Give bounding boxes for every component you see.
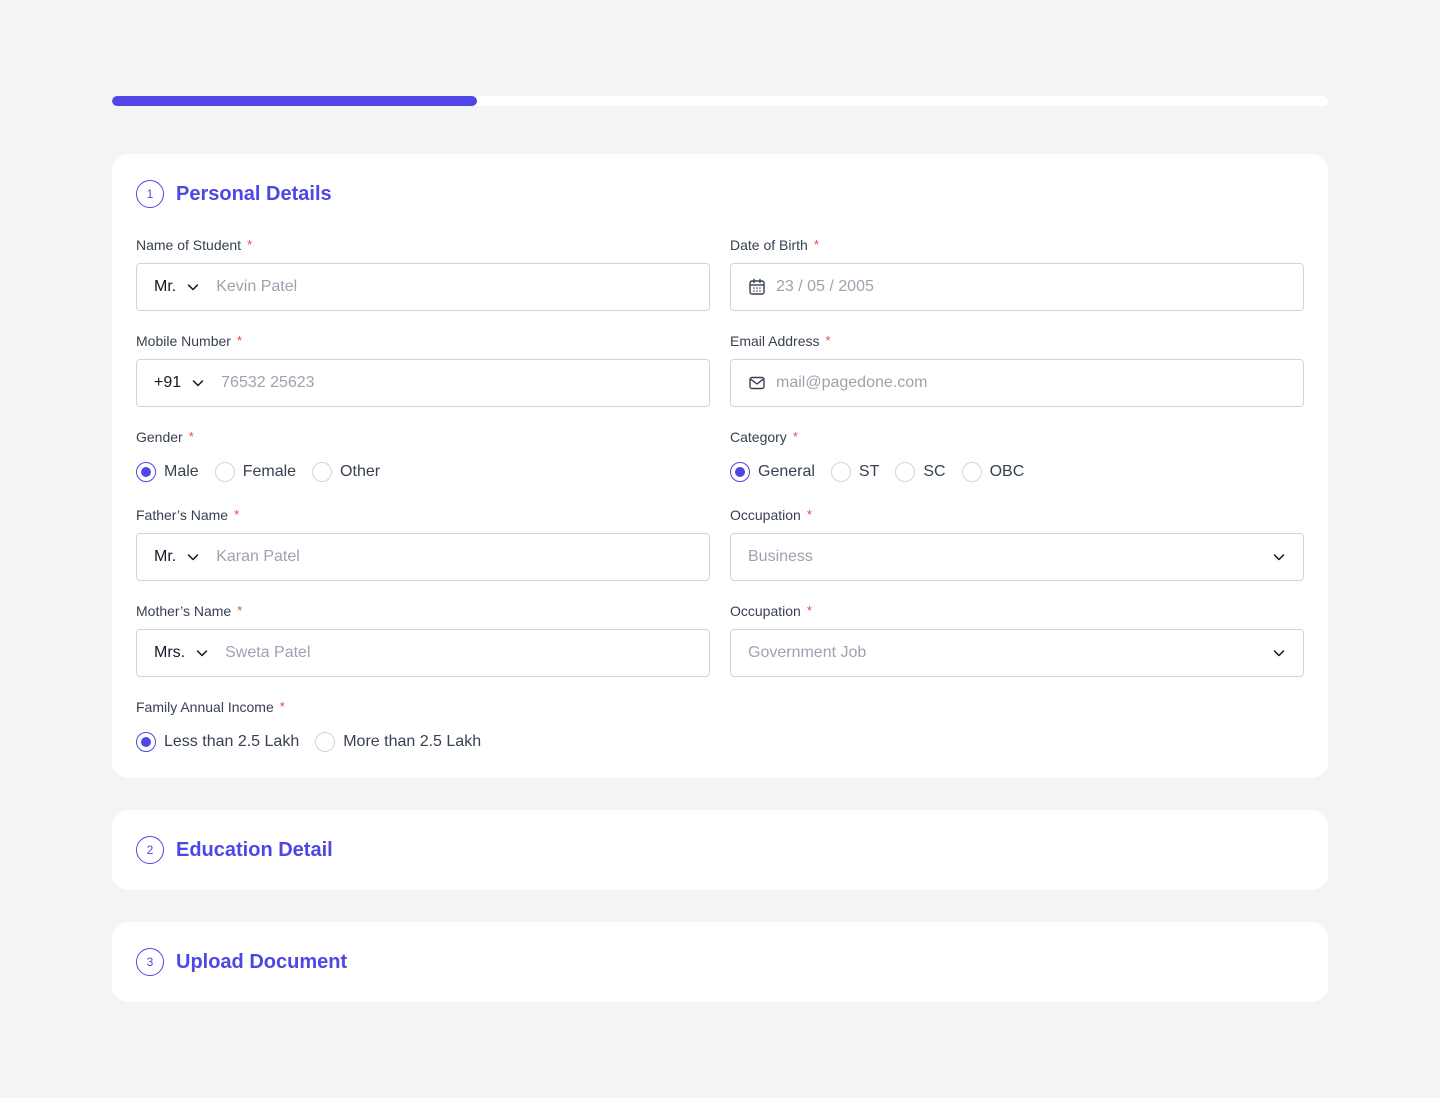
radio-button[interactable] bbox=[830, 462, 851, 482]
mother-occupation-field: Occupation * Government Job bbox=[730, 602, 1304, 677]
field-label: Email Address * bbox=[730, 333, 831, 349]
chevron-down-icon bbox=[192, 380, 204, 387]
radio-button[interactable] bbox=[315, 732, 336, 752]
field-label: Category * bbox=[730, 429, 798, 445]
section-header[interactable]: 3 Upload Document bbox=[136, 948, 347, 976]
email-field: Email Address * mail@pagedone.com bbox=[730, 332, 1304, 407]
required-mark: * bbox=[234, 507, 240, 522]
income-option-less[interactable]: Less than 2.5 Lakh bbox=[136, 732, 299, 752]
email-input[interactable]: mail@pagedone.com bbox=[730, 359, 1304, 407]
radio-button[interactable] bbox=[961, 462, 982, 482]
category-option-sc[interactable]: SC bbox=[895, 462, 946, 482]
mother-name-field: Mother’s Name * Mrs. Sweta Patel bbox=[136, 602, 710, 677]
income-option-more[interactable]: More than 2.5 Lakh bbox=[315, 732, 481, 752]
upload-document-card[interactable]: 3 Upload Document bbox=[112, 922, 1328, 1002]
section-title: Personal Details bbox=[176, 182, 332, 205]
category-option-st[interactable]: ST bbox=[830, 462, 879, 482]
father-name-input[interactable]: Mr. Karan Patel bbox=[136, 533, 710, 581]
student-name-input[interactable]: Mr. Kevin Patel bbox=[136, 263, 710, 311]
required-mark: * bbox=[247, 237, 253, 252]
gender-radio-group: Male Female Other bbox=[136, 462, 710, 482]
section-header[interactable]: 1 Personal Details bbox=[136, 180, 332, 208]
income-field: Family Annual Income * Less than 2.5 Lakh… bbox=[136, 698, 710, 752]
progress-bar-fill bbox=[112, 96, 477, 106]
field-label: Father’s Name * bbox=[136, 507, 240, 523]
required-mark: * bbox=[188, 429, 194, 444]
title-select[interactable]: Mr. bbox=[154, 548, 200, 566]
mobile-field: Mobile Number * +91 76532 25623 bbox=[136, 332, 710, 407]
father-occupation-field: Occupation * Business bbox=[730, 506, 1304, 581]
gender-option-male[interactable]: Male bbox=[136, 462, 199, 482]
progress-bar bbox=[112, 96, 1328, 106]
required-mark: * bbox=[813, 237, 819, 252]
field-label: Mobile Number * bbox=[136, 333, 242, 349]
field-label: Occupation * bbox=[730, 603, 812, 619]
radio-button[interactable] bbox=[136, 732, 156, 752]
field-label: Gender * bbox=[136, 429, 194, 445]
calendar-icon bbox=[748, 278, 766, 296]
field-label: Family Annual Income * bbox=[136, 699, 285, 715]
chevron-down-icon bbox=[187, 284, 199, 291]
title-select[interactable]: Mrs. bbox=[154, 644, 209, 662]
mother-name-input[interactable]: Mrs. Sweta Patel bbox=[136, 629, 710, 677]
chevron-down-icon bbox=[1273, 554, 1285, 561]
dob-input[interactable]: 23 / 05 / 2005 bbox=[730, 263, 1304, 311]
section-header[interactable]: 2 Education Detail bbox=[136, 836, 333, 864]
gender-field: Gender * Male Female Other bbox=[136, 428, 710, 482]
required-mark: * bbox=[806, 603, 812, 618]
required-mark: * bbox=[237, 603, 243, 618]
field-label: Name of Student * bbox=[136, 237, 253, 253]
required-mark: * bbox=[806, 507, 812, 522]
mail-icon bbox=[748, 374, 766, 392]
radio-button[interactable] bbox=[730, 462, 750, 482]
category-option-general[interactable]: General bbox=[730, 462, 815, 482]
field-label: Date of Birth * bbox=[730, 237, 819, 253]
student-name-field: Name of Student * Mr. Kevin Patel bbox=[136, 236, 710, 311]
section-title: Education Detail bbox=[176, 838, 333, 861]
title-select[interactable]: Mr. bbox=[154, 278, 200, 296]
required-mark: * bbox=[825, 333, 831, 348]
father-occupation-select[interactable]: Business bbox=[730, 533, 1304, 581]
section-title: Upload Document bbox=[176, 950, 348, 973]
gender-option-other[interactable]: Other bbox=[312, 462, 380, 482]
category-field: Category * General ST SC OBC bbox=[730, 428, 1304, 482]
father-name-field: Father’s Name * Mr. Karan Patel bbox=[136, 506, 710, 581]
income-radio-group: Less than 2.5 Lakh More than 2.5 Lakh bbox=[136, 732, 710, 752]
category-radio-group: General ST SC OBC bbox=[730, 462, 1304, 482]
mother-occupation-select[interactable]: Government Job bbox=[730, 629, 1304, 677]
step-number-badge: 1 bbox=[136, 180, 164, 208]
required-mark: * bbox=[236, 333, 242, 348]
radio-button[interactable] bbox=[312, 462, 333, 482]
category-option-obc[interactable]: OBC bbox=[961, 462, 1024, 482]
personal-details-card: 1 Personal Details Name of Student * Mr. … bbox=[112, 154, 1328, 778]
required-mark: * bbox=[279, 699, 285, 714]
chevron-down-icon bbox=[1273, 650, 1285, 657]
country-code-select[interactable]: +91 bbox=[154, 374, 205, 392]
gender-option-female[interactable]: Female bbox=[214, 462, 296, 482]
mobile-input[interactable]: +91 76532 25623 bbox=[136, 359, 710, 407]
education-detail-card[interactable]: 2 Education Detail bbox=[112, 810, 1328, 890]
chevron-down-icon bbox=[187, 554, 199, 561]
radio-button[interactable] bbox=[214, 462, 235, 482]
required-mark: * bbox=[792, 429, 798, 444]
chevron-down-icon bbox=[196, 650, 208, 657]
field-label: Mother’s Name * bbox=[136, 603, 243, 619]
radio-button[interactable] bbox=[895, 462, 916, 482]
step-number-badge: 2 bbox=[136, 836, 164, 864]
field-label: Occupation * bbox=[730, 507, 812, 523]
dob-field: Date of Birth * 23 / 05 / 2005 bbox=[730, 236, 1304, 311]
radio-button[interactable] bbox=[136, 462, 156, 482]
step-number-badge: 3 bbox=[136, 948, 164, 976]
